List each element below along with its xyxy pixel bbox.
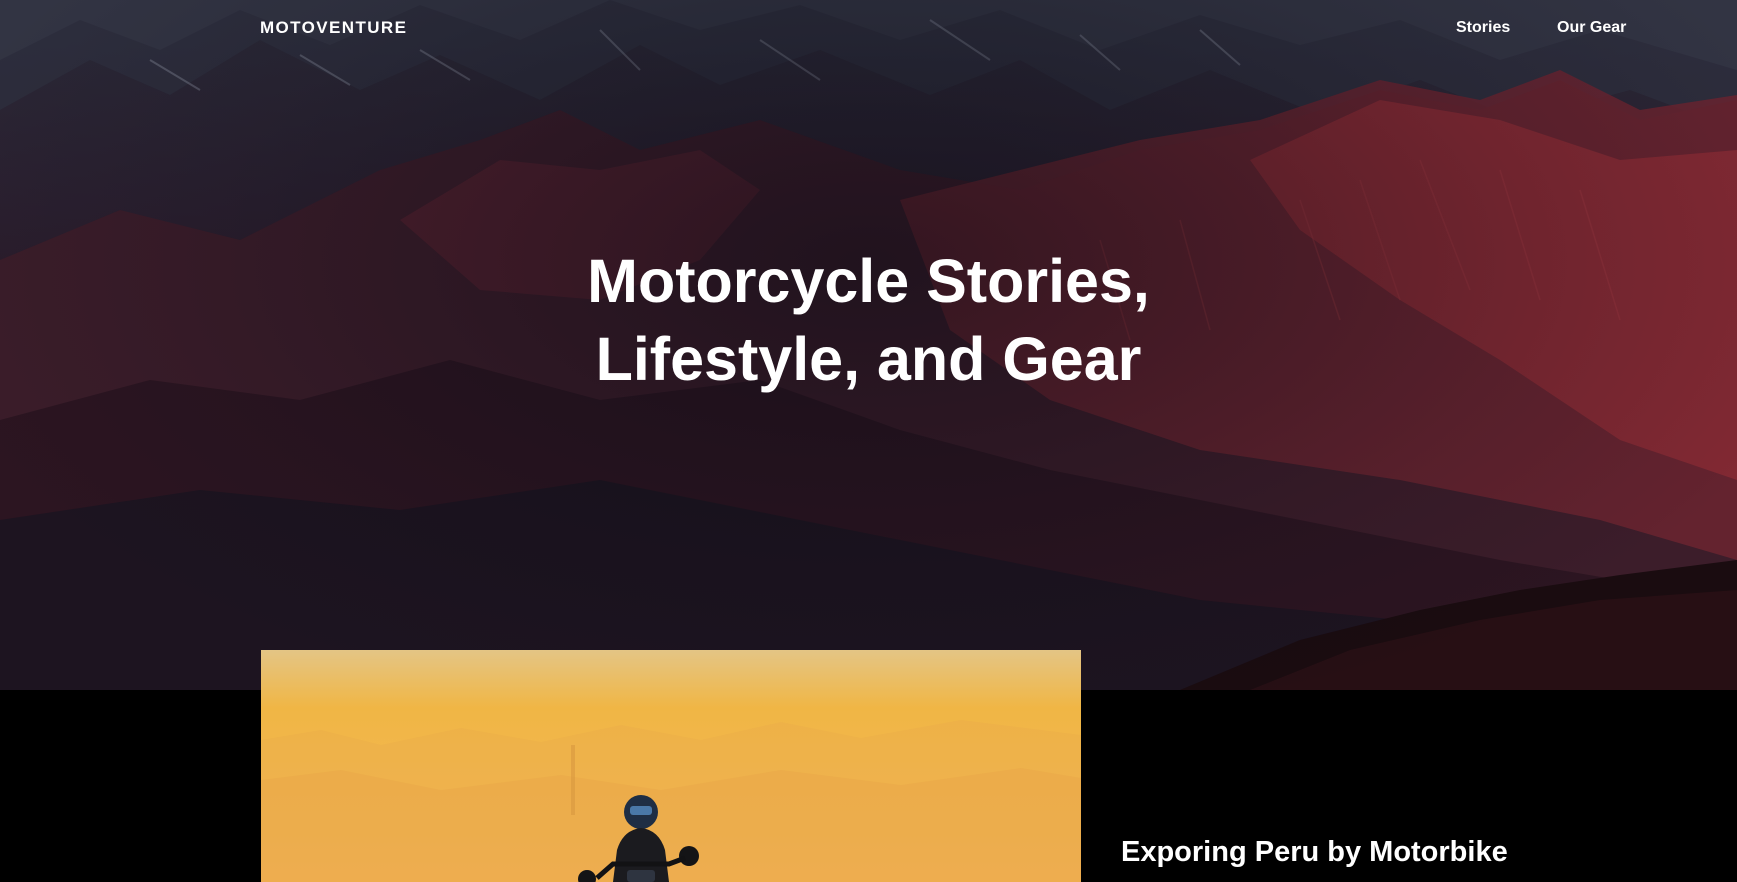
hero-title-line-2: Lifestyle, and Gear — [595, 325, 1142, 393]
brand-logo[interactable]: MOTOVENTURE — [260, 18, 407, 38]
hero-title-line-1: Motorcycle Stories, — [587, 247, 1150, 315]
page: Motorcycle Stories, Lifestyle, and Gear … — [0, 0, 1737, 882]
featured-story-title[interactable]: Exporing Peru by Motorbike — [1121, 836, 1508, 869]
hero-title: Motorcycle Stories, Lifestyle, and Gear — [0, 242, 1737, 398]
top-navigation: MOTOVENTURE Stories Our Gear — [0, 0, 1737, 58]
hero-section: Motorcycle Stories, Lifestyle, and Gear — [0, 0, 1737, 690]
nav-link-our-gear[interactable]: Our Gear — [1557, 19, 1626, 37]
motorcyclist-photo — [261, 650, 1081, 882]
nav-link-stories[interactable]: Stories — [1456, 19, 1510, 37]
featured-story-image[interactable] — [261, 650, 1081, 882]
